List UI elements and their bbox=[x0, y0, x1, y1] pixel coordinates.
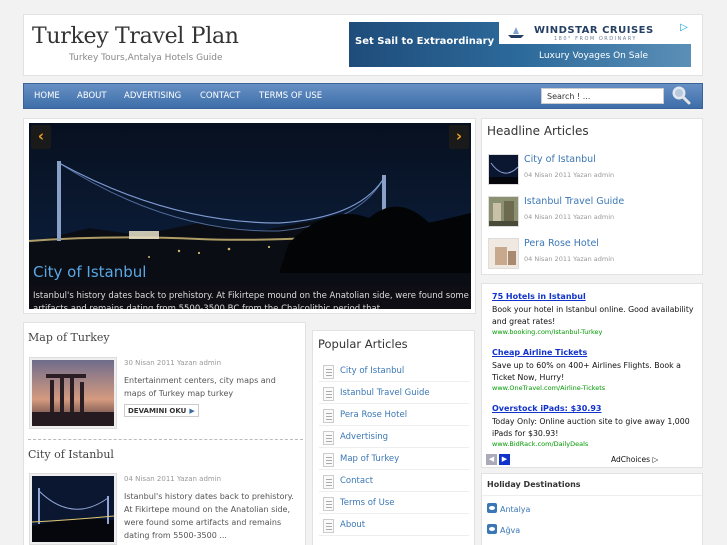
ad-info-icon[interactable]: ▷ bbox=[677, 22, 691, 34]
ad-url[interactable]: www.BidRack.com/DailyDeals bbox=[492, 440, 588, 448]
ad-link[interactable]: Cheap Airline Tickets bbox=[492, 348, 587, 357]
post-thumbnail-frame bbox=[29, 357, 117, 429]
chat-bubble-icon bbox=[487, 524, 497, 534]
document-icon bbox=[323, 497, 334, 511]
slider-next-arrow-icon[interactable]: › bbox=[449, 125, 469, 149]
ad-text: Save up to 60% on 400+ Airlines Flights.… bbox=[492, 361, 681, 382]
featured-slider-box: City of Istanbul Istanbul's history date… bbox=[23, 118, 476, 314]
popular-item-label: Terms of Use bbox=[340, 498, 395, 508]
ad-next-arrow-icon[interactable]: ▶ bbox=[499, 454, 510, 465]
nav-advertising[interactable]: ADVERTISING bbox=[124, 91, 181, 101]
popular-item[interactable]: About bbox=[319, 516, 469, 536]
popular-item-label: Contact bbox=[340, 476, 374, 486]
nav-contact[interactable]: CONTACT bbox=[200, 91, 240, 101]
site-header: Turkey Travel Plan Turkey Tours,Antalya … bbox=[23, 14, 703, 76]
popular-item[interactable]: Terms of Use bbox=[319, 494, 469, 514]
document-icon bbox=[323, 409, 334, 423]
headline-thumbnail[interactable] bbox=[488, 238, 519, 269]
post-meta: 04 Nisan 2011 Yazan admin bbox=[124, 475, 222, 483]
headline-thumbnail[interactable] bbox=[488, 196, 519, 227]
headline-item-label[interactable]: Istanbul Travel Guide bbox=[524, 196, 624, 207]
nav-home[interactable]: HOME bbox=[34, 91, 60, 101]
popular-item[interactable]: City of Istanbul bbox=[319, 362, 469, 382]
post-thumbnail-ruins[interactable] bbox=[32, 360, 114, 426]
headline-thumbnail[interactable] bbox=[488, 154, 519, 185]
popular-item-label: About bbox=[340, 520, 366, 530]
post-thumbnail-frame bbox=[29, 473, 117, 545]
holiday-destinations-widget: Holiday Destinations Antalya Ağva bbox=[481, 473, 703, 545]
post-divider bbox=[28, 439, 303, 440]
read-more-label: DEVAMINI OKU bbox=[128, 407, 187, 415]
post-meta: 30 Nisan 2011 Yazan admin bbox=[124, 359, 222, 367]
ad-banner-logo: WINDSTAR CRUISES bbox=[534, 25, 654, 36]
chat-bubble-icon bbox=[487, 503, 497, 513]
popular-articles-title: Popular Articles bbox=[318, 337, 408, 351]
headline-item-meta: 04 Nisan 2011 Yazan admin bbox=[524, 171, 615, 179]
slide-image-bosphorus-bridge bbox=[29, 123, 471, 309]
popular-item-label: Pera Rose Hotel bbox=[340, 410, 408, 420]
ad-banner-logo-tagline: 180° FROM ORDINARY bbox=[554, 36, 637, 42]
holiday-item[interactable]: Ağva bbox=[487, 524, 520, 535]
post-title[interactable]: City of Istanbul bbox=[28, 448, 114, 461]
headline-item-meta: 04 Nisan 2011 Yazan admin bbox=[524, 255, 615, 263]
headline-item-meta: 04 Nisan 2011 Yazan admin bbox=[524, 213, 615, 221]
popular-item[interactable]: Advertising bbox=[319, 428, 469, 448]
document-icon bbox=[323, 475, 334, 489]
post-thumbnail-bridge[interactable] bbox=[32, 476, 114, 542]
text-ads-widget: 75 Hotels in Istanbul Book your hotel in… bbox=[481, 283, 703, 468]
popular-item[interactable]: Map of Turkey bbox=[319, 450, 469, 470]
headline-item-label[interactable]: Pera Rose Hotel bbox=[524, 238, 599, 249]
document-icon bbox=[323, 519, 334, 533]
magnifier-icon[interactable] bbox=[671, 85, 691, 105]
ad-text: Book your hotel in Istanbul online. Good… bbox=[492, 305, 694, 326]
popular-item-label: Advertising bbox=[340, 432, 389, 442]
slide-excerpt: Istanbul's history dates back to prehist… bbox=[33, 291, 469, 309]
popular-item-label: Map of Turkey bbox=[340, 454, 400, 464]
holiday-item[interactable]: Antalya bbox=[487, 503, 530, 514]
document-icon bbox=[323, 453, 334, 467]
main-nav: HOME ABOUT ADVERTISING CONTACT TERMS OF … bbox=[23, 83, 703, 109]
post-excerpt: Entertainment centers, city maps and map… bbox=[124, 376, 276, 398]
popular-item-label: Istanbul Travel Guide bbox=[340, 388, 430, 398]
ad-link[interactable]: 75 Hotels in Istanbul bbox=[492, 292, 586, 301]
ad-url[interactable]: www.booking.com/Istanbul-Turkey bbox=[492, 328, 602, 336]
popular-item[interactable]: Contact bbox=[319, 472, 469, 492]
read-more-button[interactable]: DEVAMINI OKU ▶ bbox=[124, 404, 199, 417]
nav-terms-of-use[interactable]: TERMS OF USE bbox=[259, 91, 322, 101]
ad-banner-offer: Luxury Voyages On Sale bbox=[539, 51, 648, 61]
headline-articles-title: Headline Articles bbox=[487, 124, 589, 138]
recent-posts-column: Map of Turkey 30 Nisan 2011 Yazan admin … bbox=[23, 322, 306, 545]
nav-about[interactable]: ABOUT bbox=[77, 91, 107, 101]
search-input[interactable] bbox=[541, 88, 664, 104]
popular-item-label: City of Istanbul bbox=[340, 366, 405, 376]
post-title[interactable]: Map of Turkey bbox=[28, 331, 110, 344]
holiday-destinations-title: Holiday Destinations bbox=[482, 474, 702, 496]
ad-prev-arrow-icon[interactable]: ◀ bbox=[486, 454, 497, 465]
popular-articles-widget: Popular Articles City of Istanbul Istanb… bbox=[312, 330, 475, 545]
ad-banner-headline: Set Sail to Extraordinary bbox=[355, 36, 495, 47]
ship-icon bbox=[508, 27, 524, 38]
holiday-item-label: Ağva bbox=[500, 526, 521, 535]
popular-item[interactable]: Istanbul Travel Guide bbox=[319, 384, 469, 404]
slide-title[interactable]: City of Istanbul bbox=[33, 263, 146, 281]
ad-url[interactable]: www.OneTravel.com/Airline-Tickets bbox=[492, 384, 605, 392]
ad-link[interactable]: Overstock iPads: $30.93 bbox=[492, 404, 601, 413]
holiday-item-label: Antalya bbox=[500, 505, 531, 514]
document-icon bbox=[323, 365, 334, 379]
document-icon bbox=[323, 387, 334, 401]
headline-item-label[interactable]: City of Istanbul bbox=[524, 154, 596, 165]
adchoices-link[interactable]: AdChoices ▷ bbox=[611, 455, 658, 464]
headline-articles-widget: Headline Articles City of Istanbul 04 Ni… bbox=[481, 118, 703, 275]
play-triangle-icon: ▶ bbox=[189, 407, 195, 415]
popular-item[interactable]: Pera Rose Hotel bbox=[319, 406, 469, 426]
ad-text: Today Only: Online auction site to give … bbox=[492, 417, 690, 438]
header-ad-banner[interactable]: Set Sail to Extraordinary WINDSTAR CRUIS… bbox=[349, 22, 691, 67]
post-excerpt: Istanbul's history dates back to prehist… bbox=[124, 492, 294, 540]
document-icon bbox=[323, 431, 334, 445]
site-title[interactable]: Turkey Travel Plan bbox=[32, 24, 239, 49]
featured-slider[interactable]: City of Istanbul Istanbul's history date… bbox=[29, 123, 471, 309]
site-description: Turkey Tours,Antalya Hotels Guide bbox=[69, 53, 223, 63]
slider-prev-arrow-icon[interactable]: ‹ bbox=[31, 125, 51, 149]
